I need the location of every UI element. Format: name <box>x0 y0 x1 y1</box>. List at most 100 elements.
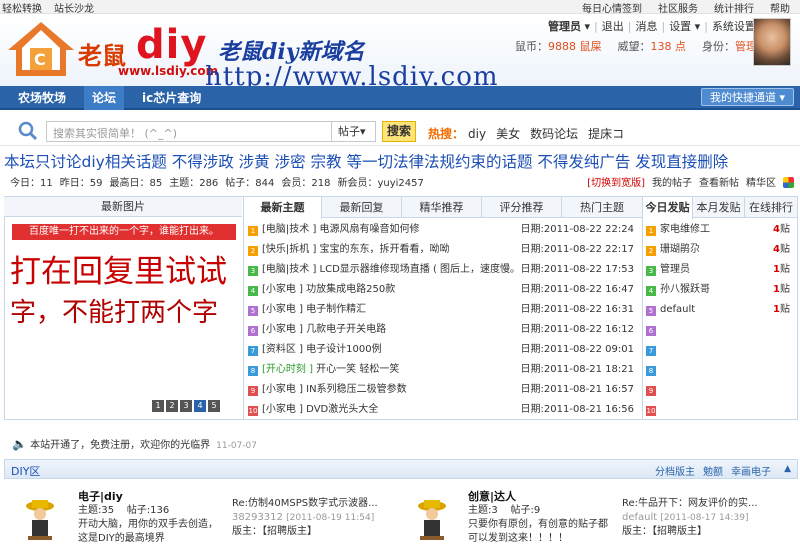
stat-newest-member[interactable]: 新会员：yuyi2457 <box>337 178 423 189</box>
thread-title[interactable]: 功放集成电路250款 <box>306 280 395 300</box>
rank-user[interactable]: 珊瑚鹃尕 <box>660 244 700 255</box>
thread-row[interactable]: 1 [电脑|技术 ] 电源风扇有噪音如何修 日期:2011-08-22 22:24 <box>248 220 638 240</box>
nav-forum[interactable]: 论坛 <box>84 86 125 110</box>
thread-category[interactable]: [电脑|技术 ] <box>262 264 316 275</box>
announcement-text[interactable]: 本站开通了，免费注册，欢迎你的光临界 <box>30 440 210 451</box>
thread-row[interactable]: 2 [快乐|拆机 ] 宝宝的东东，拆开看看，呦呦 日期:2011-08-22 22:… <box>248 240 638 260</box>
thread-row[interactable]: 6 [小家电 ] 几款电子开关电路 日期:2011-08-22 16:12 <box>248 320 638 340</box>
house-logo-icon[interactable]: C <box>6 18 76 78</box>
forum-name[interactable]: 创意|达人 <box>468 490 608 504</box>
hot-link[interactable]: 数码论坛 <box>530 127 578 141</box>
search-bar: 搜索其实很简单！ (^_^) 帖子▾ 搜索 热搜： diy 美女 数码论坛 提床コ <box>0 114 800 146</box>
thread-title[interactable]: 电源风扇有噪音如何修 <box>320 220 420 240</box>
rank-row[interactable]: 1 家电维修工 4贴 <box>646 220 796 240</box>
last-post-title[interactable]: Re:牛品开下：网友评价的实... <box>622 497 758 511</box>
thread-title[interactable]: 电子设计1000例 <box>306 340 381 360</box>
user-menu-system-settings[interactable]: 系统设置 <box>712 20 756 33</box>
forum-name[interactable]: 电子|diy <box>78 490 218 504</box>
tab-month-posts[interactable]: 本月发贴 <box>693 197 745 218</box>
moderator-link[interactable]: 【招聘版主】 <box>262 526 317 537</box>
search-input[interactable]: 搜索其实很简单！ (^_^) <box>46 121 332 142</box>
tab-today-posts[interactable]: 今日发贴 <box>643 197 693 219</box>
tab-digest[interactable]: 精华推荐 <box>402 197 482 218</box>
thread-category[interactable]: [快乐|拆机 ] <box>262 244 316 255</box>
forum-posts: 帖子:136 <box>126 505 170 516</box>
user-menu-settings[interactable]: 设置 <box>669 20 691 33</box>
rank-row[interactable]: 5 default 1贴 <box>646 300 796 320</box>
avatar[interactable] <box>753 18 791 66</box>
rss-icon[interactable] <box>783 177 794 188</box>
rank-row[interactable]: 4 孙八猴跃哥 1贴 <box>646 280 796 300</box>
nav-ic-query[interactable]: ic芯片查询 <box>142 86 201 110</box>
slide-page[interactable]: 2 <box>166 400 178 412</box>
my-posts-link[interactable]: 我的帖子 <box>652 178 692 189</box>
thread-title[interactable]: 宝宝的东东，拆开看看，呦呦 <box>320 240 450 260</box>
section-link[interactable]: 分档版主 <box>655 467 695 478</box>
tab-rated[interactable]: 评分推荐 <box>482 197 562 218</box>
section-link[interactable]: 幸画电子 <box>731 467 771 478</box>
section-link[interactable]: 勉额 <box>703 467 723 478</box>
thread-title[interactable]: 电子制作精汇 <box>306 300 366 320</box>
rank-user[interactable]: default <box>660 304 695 315</box>
last-post-title[interactable]: Re:仿制40MSPS数字式示波器... <box>232 497 378 511</box>
rank-user[interactable]: 管理员 <box>660 264 690 275</box>
thread-category[interactable]: [小家电 ] <box>262 284 303 295</box>
thread-title[interactable]: DVD激光头大全 <box>306 400 378 420</box>
slide-page[interactable]: 1 <box>152 400 164 412</box>
thread-row[interactable]: 9 [小家电 ] IN系列稳压二极管参数 日期:2011-08-21 16:57 <box>248 380 638 400</box>
moderator-link[interactable]: 【招聘版主】 <box>652 526 707 537</box>
thread-category[interactable]: [小家电 ] <box>262 304 303 315</box>
thread-row[interactable]: 4 [小家电 ] 功放集成电路250款 日期:2011-08-22 16:47 <box>248 280 638 300</box>
thread-category[interactable]: [小家电 ] <box>262 384 303 395</box>
rank-row[interactable]: 10 <box>646 400 796 420</box>
rank-row[interactable]: 8 <box>646 360 796 380</box>
tab-latest-replies[interactable]: 最新回复 <box>322 197 402 218</box>
hot-link[interactable]: 提床コ <box>588 127 624 141</box>
rank-row[interactable]: 2 珊瑚鹃尕 4贴 <box>646 240 796 260</box>
user-menu-manager[interactable]: 管理员 <box>548 20 581 33</box>
thread-category[interactable]: [开心时刻 ] <box>262 364 313 375</box>
thread-row[interactable]: 8 [开心时刻 ] 开心一笑 轻松一笑 日期:2011-08-21 18:21 <box>248 360 638 380</box>
thread-row[interactable]: 3 [电脑|技术 ] LCD显示器维修现场直播 ( 图后上，速度慢。 日期:2011… <box>248 260 638 280</box>
thread-category[interactable]: [资料区 ] <box>262 344 303 355</box>
search-button[interactable]: 搜索 <box>382 121 416 142</box>
moderator-label: 版主： <box>232 526 262 537</box>
hot-link[interactable]: 美女 <box>496 127 520 141</box>
switch-wide-link[interactable]: [切换到宽版] <box>587 178 645 189</box>
thread-title[interactable]: 几款电子开关电路 <box>306 320 386 340</box>
search-type-select[interactable]: 帖子▾ <box>332 121 376 142</box>
rank-row[interactable]: 7 <box>646 340 796 360</box>
user-menu-logout[interactable]: 退出 <box>602 20 624 33</box>
collapse-icon[interactable]: ▲ <box>784 464 791 474</box>
quick-access-button[interactable]: 我的快捷通道 ▾ <box>700 88 794 106</box>
thread-title[interactable]: IN系列稳压二极管参数 <box>306 380 406 400</box>
thread-row[interactable]: 10 [小家电 ] DVD激光头大全 日期:2011-08-21 16:56 <box>248 400 638 420</box>
section-title[interactable]: DIY区 <box>11 463 40 479</box>
rank-number-icon: 2 <box>646 246 656 256</box>
tab-latest-threads[interactable]: 最新主题 <box>244 197 322 219</box>
slide-page[interactable]: 3 <box>180 400 192 412</box>
user-menu-messages[interactable]: 消息 <box>635 20 657 33</box>
last-post-user[interactable]: 38293312 <box>232 512 283 523</box>
thread-title[interactable]: 开心一笑 轻松一笑 <box>316 360 399 380</box>
thread-row[interactable]: 5 [小家电 ] 电子制作精汇 日期:2011-08-22 16:31 <box>248 300 638 320</box>
rank-user[interactable]: 家电维修工 <box>660 224 710 235</box>
slide-page[interactable]: 4 <box>194 400 206 412</box>
last-post-user[interactable]: default <box>622 512 657 523</box>
digest-link[interactable]: 精华区 <box>746 178 776 189</box>
hot-link[interactable]: diy <box>468 127 486 141</box>
rank-row[interactable]: 6 <box>646 320 796 340</box>
thread-row[interactable]: 7 [资料区 ] 电子设计1000例 日期:2011-08-22 09:01 <box>248 340 638 360</box>
nav-farm[interactable]: 农场牧场 <box>18 86 66 110</box>
slide-page[interactable]: 5 <box>208 400 220 412</box>
rank-user[interactable]: 孙八猴跃哥 <box>660 284 710 295</box>
new-posts-link[interactable]: 查看新帖 <box>699 178 739 189</box>
tab-online-rank[interactable]: 在线排行 <box>745 197 797 218</box>
thread-title[interactable]: LCD显示器维修现场直播 ( 图后上，速度慢。 <box>320 260 521 280</box>
thread-category[interactable]: [电脑|技术 ] <box>262 224 316 235</box>
thread-category[interactable]: [小家电 ] <box>262 324 303 335</box>
rank-row[interactable]: 3 管理员 1贴 <box>646 260 796 280</box>
rank-row[interactable]: 9 <box>646 380 796 400</box>
thread-category[interactable]: [小家电 ] <box>262 404 303 415</box>
tab-hot[interactable]: 热门主题 <box>562 197 642 218</box>
